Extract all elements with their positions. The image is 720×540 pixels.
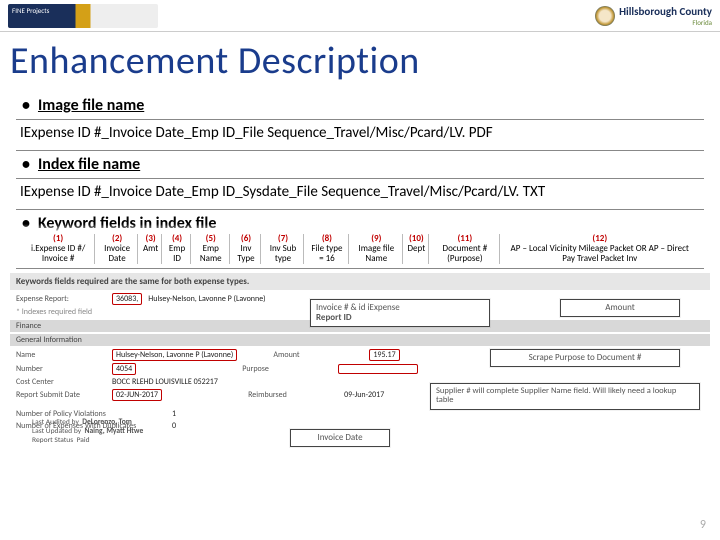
audit-block: Last Audited by DeLorenzo, Tom Last Upda… <box>32 418 143 445</box>
column-label: Dept <box>408 244 426 254</box>
general-strip: General Information <box>10 334 710 346</box>
status-label: Report Status <box>32 436 73 445</box>
keyword-column: (4)Emp ID <box>164 234 191 264</box>
callout-report-id: Invoice # & id iExpense Report ID <box>310 299 490 328</box>
form-policy-val: 1 <box>172 409 176 419</box>
bullet-keyword-fields: • Keyword fields in index file <box>16 212 704 232</box>
divider <box>16 209 704 210</box>
column-label: i.Expense ID #/ Invoice # <box>25 244 91 264</box>
updated-label: Last Updated by <box>32 427 81 436</box>
form-submit-val: 02-JUN-2017 <box>112 389 162 401</box>
form-name-val: Hulsey-Nelson, Lavonne P (Lavonne) <box>112 349 237 361</box>
form-label: Report Submit Date <box>16 390 106 400</box>
divider <box>16 119 704 120</box>
form-dup-val: 0 <box>172 421 176 431</box>
callout-line2: Report ID <box>316 313 484 323</box>
left-logo: FINE Projects <box>8 4 158 28</box>
keyword-column: (5)Emp Name <box>193 234 230 264</box>
form-banner: Keywords fields required are the same fo… <box>10 273 710 290</box>
divider <box>16 268 704 269</box>
callout-purpose: Scrape Purpose to Document # <box>490 349 680 367</box>
brand-name: Hillsborough County <box>619 5 712 18</box>
form-amount-val: 195.17 <box>369 349 399 361</box>
column-label: Document # (Purpose) <box>434 244 495 264</box>
keyword-column: (7)Inv Sub type <box>263 234 303 264</box>
column-label: Image file Name <box>354 244 398 264</box>
audit-val: DeLorenzo, Tom <box>82 418 132 427</box>
form-reimb-val: 09-Jun-2017 <box>344 390 384 400</box>
column-label: Emp ID <box>167 244 187 264</box>
form-label: Expense Report: <box>16 294 106 304</box>
callout-amount: Amount <box>560 299 680 317</box>
column-label: Emp Name <box>196 244 226 264</box>
form-screenshot: Keywords fields required are the same fo… <box>10 273 710 473</box>
keyword-column: (8)File type = 16 <box>306 234 349 264</box>
keyword-column: (11)Document # (Purpose) <box>431 234 499 264</box>
brand-sub: Florida <box>619 18 712 27</box>
audit-label: Last Audited by <box>32 418 79 427</box>
keyword-columns: (1)i.Expense ID #/ Invoice #(2)Invoice D… <box>16 232 704 266</box>
keyword-column: (9)Image file Name <box>351 234 402 264</box>
updated-val: Naing, Myatt Htwe <box>85 427 144 436</box>
column-label: Amt <box>143 244 158 254</box>
expense-report-name: Hulsey-Nelson, Lavonne P (Lavonne) <box>148 294 265 304</box>
status-val: Paid <box>77 436 90 445</box>
bullet-dot-icon: • <box>22 155 30 174</box>
expense-report-id: 36083, <box>112 293 142 305</box>
keyword-column: (12)AP – Local Vicinity Mileage Packet O… <box>502 234 698 264</box>
form-label: Reimbursed <box>248 390 338 400</box>
county-seal-icon <box>595 6 615 26</box>
column-label: Inv Sub type <box>266 244 299 264</box>
divider <box>16 178 704 179</box>
top-bar: FINE Projects Hillsborough County Florid… <box>0 0 720 32</box>
form-cc-val: BOCC RLEHD LOUISVILLE 052217 <box>112 377 218 387</box>
form-label: Cost Center <box>16 377 106 387</box>
bullet-dot-icon: • <box>22 96 30 115</box>
form-label: Purpose <box>242 364 332 374</box>
keyword-column: (3)Amt <box>140 234 162 264</box>
page-title: Enhancement Description <box>0 32 720 94</box>
keyword-column: (2)Invoice Date <box>97 234 138 264</box>
right-brand: Hillsborough County Florida <box>595 5 712 27</box>
form-label: Name <box>16 350 106 360</box>
column-label: Invoice Date <box>100 244 134 264</box>
column-label: Inv Type <box>235 244 258 264</box>
bullet-keyword-label: Keyword fields in index file <box>38 214 216 232</box>
image-file-body: IExpense ID #_Invoice Date_Emp ID_File S… <box>16 122 704 148</box>
column-label: AP – Local Vicinity Mileage Packet OR AP… <box>505 244 695 264</box>
keyword-column: (6)Inv Type <box>232 234 262 264</box>
callout-supplier: Supplier # will complete Supplier Name f… <box>430 383 700 411</box>
form-label: Amount <box>273 350 363 360</box>
page-number: 9 <box>700 518 706 532</box>
content-area: • Image file name IExpense ID #_Invoice … <box>0 94 720 269</box>
column-label: File type = 16 <box>309 244 345 264</box>
keyword-column: (10)Dept <box>405 234 430 264</box>
form-purpose-val <box>338 364 418 374</box>
callout-invoice-date: Invoice Date <box>290 429 390 447</box>
bullet-image-label: Image file name <box>38 96 144 115</box>
bullet-index-file: • Index file name <box>16 153 704 176</box>
bullet-index-label: Index file name <box>38 155 140 174</box>
divider <box>16 150 704 151</box>
keyword-column: (1)i.Expense ID #/ Invoice # <box>22 234 95 264</box>
bullet-image-file: • Image file name <box>16 94 704 117</box>
bullet-dot-icon: • <box>22 214 30 232</box>
form-number-val: 4054 <box>112 363 136 375</box>
form-label: Number <box>16 364 106 374</box>
index-file-body: IExpense ID #_Invoice Date_Emp ID_Sysdat… <box>16 181 704 207</box>
